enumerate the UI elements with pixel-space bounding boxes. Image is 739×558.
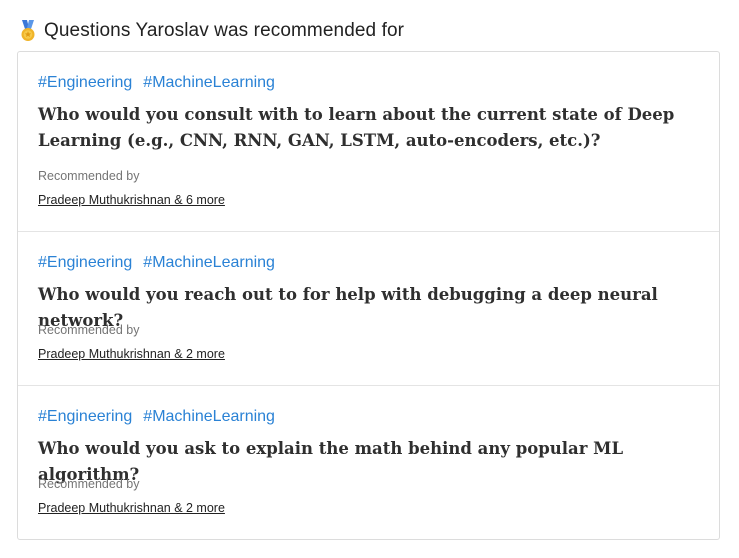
question-item: #Engineering #MachineLearning Who would … bbox=[18, 52, 719, 232]
recommended-by-label: Recommended by bbox=[38, 323, 140, 337]
question-item: #Engineering #MachineLearning Who would … bbox=[18, 386, 719, 540]
section-header: Questions Yaroslav was recommended for bbox=[18, 18, 404, 44]
tag-engineering[interactable]: #Engineering bbox=[38, 254, 132, 272]
recommended-by-label: Recommended by bbox=[38, 169, 140, 183]
tag-machine-learning[interactable]: #MachineLearning bbox=[143, 408, 275, 426]
question-item: #Engineering #MachineLearning Who would … bbox=[18, 232, 719, 386]
recommenders-link[interactable]: Pradeep Muthukrishnan & 6 more bbox=[38, 193, 225, 207]
tag-machine-learning[interactable]: #MachineLearning bbox=[143, 254, 275, 272]
recommenders-link[interactable]: Pradeep Muthukrishnan & 2 more bbox=[38, 347, 225, 361]
tag-engineering[interactable]: #Engineering bbox=[38, 74, 132, 92]
question-title[interactable]: Who would you consult with to learn abou… bbox=[38, 102, 708, 154]
recommenders-link[interactable]: Pradeep Muthukrishnan & 2 more bbox=[38, 501, 225, 515]
recommended-by-label: Recommended by bbox=[38, 477, 140, 491]
tag-list: #Engineering #MachineLearning bbox=[38, 74, 275, 92]
recommended-questions-card: #Engineering #MachineLearning Who would … bbox=[17, 51, 720, 540]
tag-engineering[interactable]: #Engineering bbox=[38, 408, 132, 426]
tag-list: #Engineering #MachineLearning bbox=[38, 254, 275, 272]
medal-icon bbox=[21, 20, 35, 41]
page-title: Questions Yaroslav was recommended for bbox=[44, 20, 405, 41]
tag-list: #Engineering #MachineLearning bbox=[38, 408, 275, 426]
tag-machine-learning[interactable]: #MachineLearning bbox=[143, 74, 275, 92]
